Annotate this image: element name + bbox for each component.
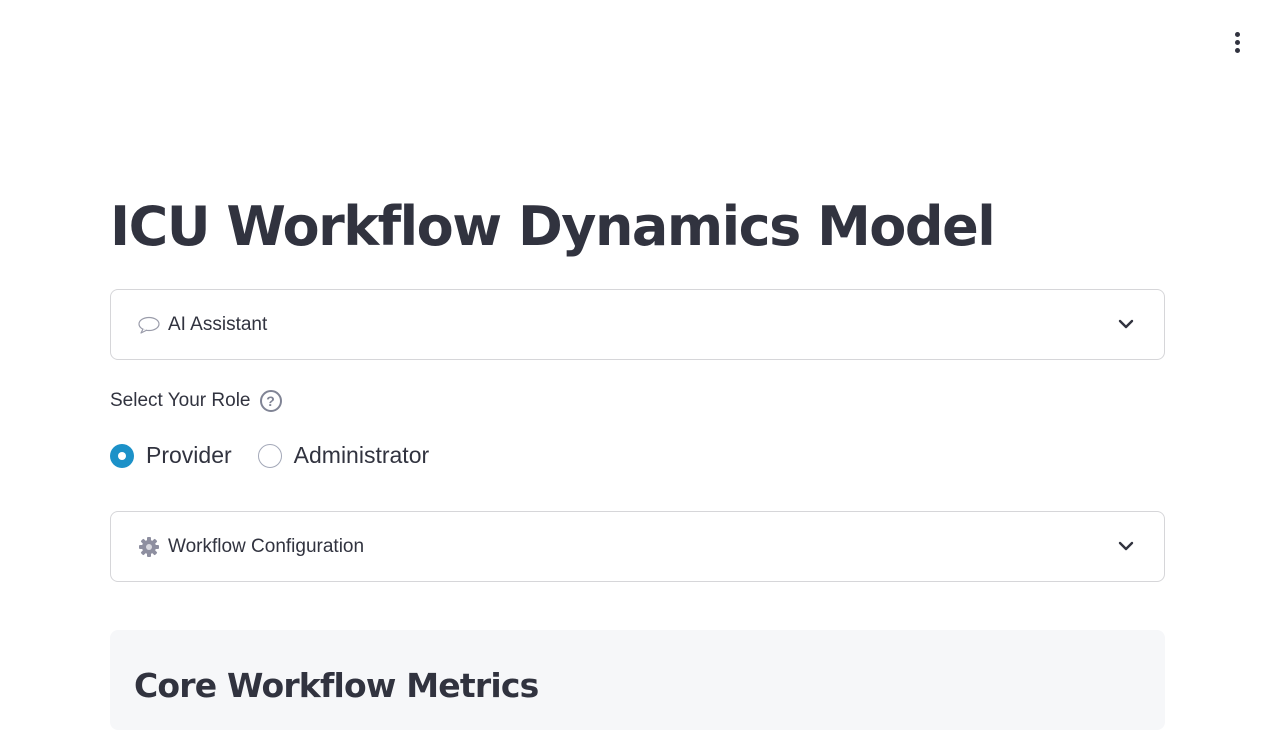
- chevron-down-icon: [1118, 541, 1134, 551]
- role-selector-label: Select Your Role: [110, 390, 251, 411]
- radio-label-provider: Provider: [146, 442, 232, 468]
- radio-option-administrator[interactable]: Administrator: [257, 442, 430, 469]
- gear-icon: [138, 536, 160, 558]
- workflow-configuration-label: Workflow Configuration: [168, 535, 365, 557]
- menu-dot: [1234, 47, 1240, 53]
- workflow-configuration-expander[interactable]: Workflow Configuration: [110, 511, 1165, 582]
- speech-bubble-icon: [138, 314, 160, 336]
- ai-assistant-expander[interactable]: AI Assistant: [110, 289, 1165, 360]
- radio-button-unchecked[interactable]: [257, 443, 282, 468]
- menu-dot: [1234, 31, 1240, 37]
- chevron-down-icon: [1118, 319, 1134, 329]
- core-metrics-heading: Core Workflow Metrics: [134, 666, 539, 705]
- role-selector-label-row: Select Your Role ?: [110, 390, 282, 412]
- role-radio-group: Provider Administrator: [110, 442, 455, 469]
- menu-dot: [1234, 39, 1240, 45]
- radio-label-administrator: Administrator: [293, 442, 430, 468]
- radio-button-checked[interactable]: [110, 443, 134, 468]
- page-title: ICU Workflow Dynamics Model: [110, 195, 996, 258]
- main-menu-button[interactable]: [1224, 28, 1250, 56]
- core-metrics-panel: Core Workflow Metrics: [110, 630, 1165, 730]
- radio-option-provider[interactable]: Provider: [110, 442, 232, 469]
- question-circle-icon[interactable]: ?: [259, 390, 282, 412]
- ai-assistant-label: AI Assistant: [168, 313, 268, 335]
